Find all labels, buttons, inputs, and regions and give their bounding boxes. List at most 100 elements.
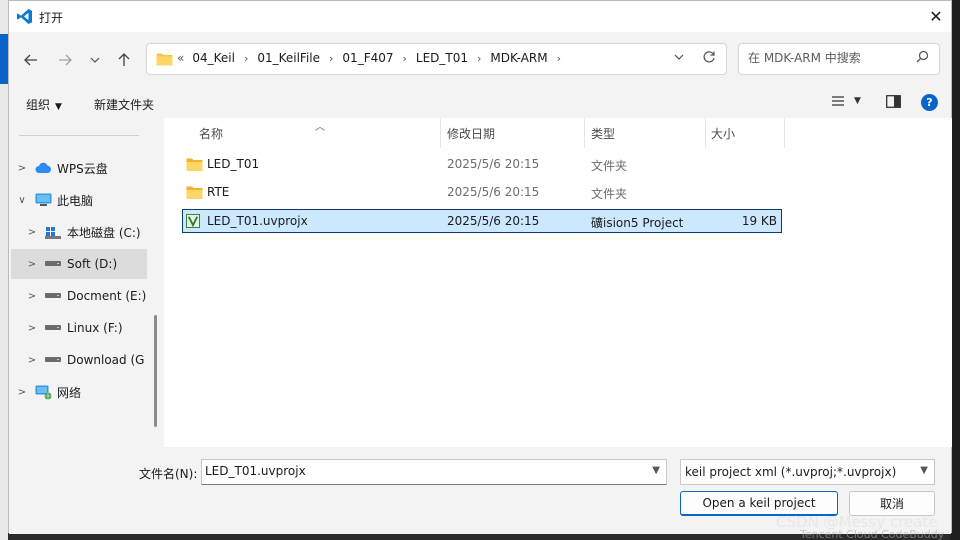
- breadcrumb-separator-icon[interactable]: ›: [477, 52, 481, 65]
- recent-locations-button[interactable]: [83, 48, 107, 72]
- preview-pane-icon: [886, 95, 901, 108]
- chevron-right-icon[interactable]: >: [21, 291, 43, 302]
- caret-down-icon: ▼: [854, 96, 861, 106]
- sidebar-item-drive-d[interactable]: > Soft (D:): [11, 249, 147, 279]
- file-row-led-t01[interactable]: LED_T01 2025/5/6 20:15 文件夹: [183, 153, 781, 177]
- vscode-icon: [17, 9, 32, 24]
- close-button[interactable]: ✕: [921, 1, 951, 31]
- refresh-icon: [703, 51, 715, 63]
- sidebar-item-label: 此电脑: [57, 193, 94, 208]
- sidebar-item-drive-c[interactable]: > 本地磁盘 (C:): [11, 217, 147, 247]
- sidebar-item-wps-cloud[interactable]: > WPS云盘: [11, 153, 147, 183]
- breadcrumb-item[interactable]: MDK-ARM: [490, 51, 547, 65]
- chevron-right-icon[interactable]: >: [21, 259, 43, 270]
- file-name: LED_T01: [207, 157, 260, 171]
- breadcrumb-separator-icon[interactable]: ›: [403, 52, 407, 65]
- file-row-led-t01-uvprojx[interactable]: LED_T01.uvprojx 2025/5/6 20:15 礦ision5 P…: [182, 209, 782, 233]
- breadcrumb-item[interactable]: 01_F407: [342, 51, 393, 65]
- breadcrumb-separator-icon[interactable]: ›: [557, 52, 561, 65]
- chevron-right-icon[interactable]: >: [21, 227, 43, 238]
- filename-input[interactable]: [205, 464, 635, 478]
- column-header-label: 大小: [711, 126, 736, 141]
- sidebar-item-drive-g[interactable]: > Download (G: [11, 345, 147, 375]
- breadcrumb-separator-icon[interactable]: ›: [329, 52, 333, 65]
- file-row-rte[interactable]: RTE 2025/5/6 20:15 文件夹: [183, 181, 781, 205]
- drive-icon: [43, 257, 63, 271]
- title-bar: 打开 ✕: [9, 1, 951, 32]
- sort-ascending-icon: ︿: [315, 122, 325, 133]
- refresh-button[interactable]: [702, 50, 716, 68]
- forward-button[interactable]: [53, 48, 77, 72]
- sidebar-item-label: Docment (E:): [67, 289, 147, 303]
- file-type-filter-select[interactable]: keil project xml (*.uvproj;*.uvprojx) ▼: [680, 459, 935, 485]
- breadcrumb: « 04_Keil › 01_KeilFile › 01_F407 › LED_…: [177, 51, 570, 65]
- column-separator[interactable]: [440, 118, 441, 148]
- sidebar-item-network[interactable]: > 网络: [11, 377, 147, 407]
- up-button[interactable]: [112, 48, 136, 72]
- breadcrumb-item[interactable]: LED_T01: [416, 51, 468, 65]
- column-separator[interactable]: [705, 118, 706, 148]
- arrow-left-icon: [24, 54, 37, 66]
- cloud-icon: [33, 161, 53, 175]
- column-separator[interactable]: [784, 118, 785, 148]
- column-header-label: 名称: [199, 126, 224, 141]
- drive-icon: [43, 353, 63, 367]
- breadcrumb-item[interactable]: 04_Keil: [192, 51, 235, 65]
- sidebar-scrollbar[interactable]: [154, 315, 157, 427]
- chevron-right-icon[interactable]: >: [21, 323, 43, 334]
- column-header-size[interactable]: 大小: [711, 118, 735, 148]
- dialog-title: 打开: [39, 11, 64, 25]
- help-icon: ?: [926, 96, 933, 109]
- search-box[interactable]: [738, 43, 940, 75]
- list-view-icon: [832, 96, 844, 106]
- caret-down-icon: ▼: [55, 102, 62, 112]
- new-folder-button[interactable]: 新建文件夹: [94, 96, 154, 113]
- sidebar-item-drive-f[interactable]: > Linux (F:): [11, 313, 147, 343]
- breadcrumb-item[interactable]: 01_KeilFile: [257, 51, 320, 65]
- file-name: RTE: [207, 185, 230, 199]
- view-options-button[interactable]: ▼: [854, 96, 861, 106]
- navigation-pane: > WPS云盘 ∨ 此电脑 > 本地磁盘 (C:) > Soft (D:) > …: [9, 118, 162, 447]
- change-view-button[interactable]: [831, 95, 845, 111]
- filename-combobox[interactable]: ▼: [201, 459, 667, 485]
- column-header-date[interactable]: 修改日期: [447, 118, 495, 148]
- preview-pane-button[interactable]: [886, 95, 901, 112]
- organize-label: 组织: [26, 98, 51, 112]
- chevron-down-icon[interactable]: ∨: [11, 195, 33, 206]
- organize-button[interactable]: 组织 ▼: [26, 96, 62, 113]
- column-header-type[interactable]: 类型: [591, 118, 615, 148]
- column-header-name[interactable]: 名称: [199, 118, 223, 148]
- file-list: ︿ 名称 修改日期 类型 大小 LED_T01 2025/5/6 20:15 文…: [164, 118, 952, 447]
- chevron-right-icon[interactable]: >: [11, 387, 33, 398]
- breadcrumb-separator-icon[interactable]: ›: [244, 52, 248, 65]
- new-folder-label: 新建文件夹: [94, 98, 155, 112]
- sidebar-item-label: Linux (F:): [67, 321, 123, 335]
- search-input[interactable]: [748, 51, 908, 65]
- address-history-button[interactable]: [674, 51, 684, 65]
- file-type: 礦ision5 Project: [591, 216, 684, 230]
- sidebar-divider: [19, 135, 139, 136]
- open-file-dialog: 打开 ✕ « 04_Keil › 01_KeilFile › 01_F407 ›…: [8, 0, 952, 534]
- sidebar-item-label: WPS云盘: [57, 161, 108, 176]
- sidebar-item-this-pc[interactable]: ∨ 此电脑: [11, 185, 147, 215]
- chevron-right-icon[interactable]: >: [11, 163, 33, 174]
- file-date: 2025/5/6 20:15: [447, 214, 540, 228]
- column-header-label: 类型: [591, 126, 616, 141]
- help-button[interactable]: ?: [921, 94, 938, 111]
- background-accent: [0, 34, 8, 84]
- sidebar-item-label: 网络: [57, 385, 82, 400]
- back-button[interactable]: [19, 48, 43, 72]
- file-type: 文件夹: [591, 187, 628, 201]
- chevron-right-icon[interactable]: >: [21, 355, 43, 366]
- network-icon: [33, 385, 53, 399]
- file-date: 2025/5/6 20:15: [447, 157, 540, 171]
- chevron-down-icon[interactable]: ▼: [652, 465, 660, 476]
- uvision-project-icon: [186, 214, 200, 228]
- windows-drive-icon: [43, 225, 63, 239]
- address-bar[interactable]: « 04_Keil › 01_KeilFile › 01_F407 › LED_…: [146, 43, 727, 75]
- file-name: LED_T01.uvprojx: [207, 214, 308, 228]
- sidebar-item-drive-e[interactable]: > Docment (E:): [11, 281, 147, 311]
- breadcrumb-overflow[interactable]: «: [177, 51, 184, 65]
- column-separator[interactable]: [584, 118, 585, 148]
- arrow-right-icon: [59, 54, 72, 66]
